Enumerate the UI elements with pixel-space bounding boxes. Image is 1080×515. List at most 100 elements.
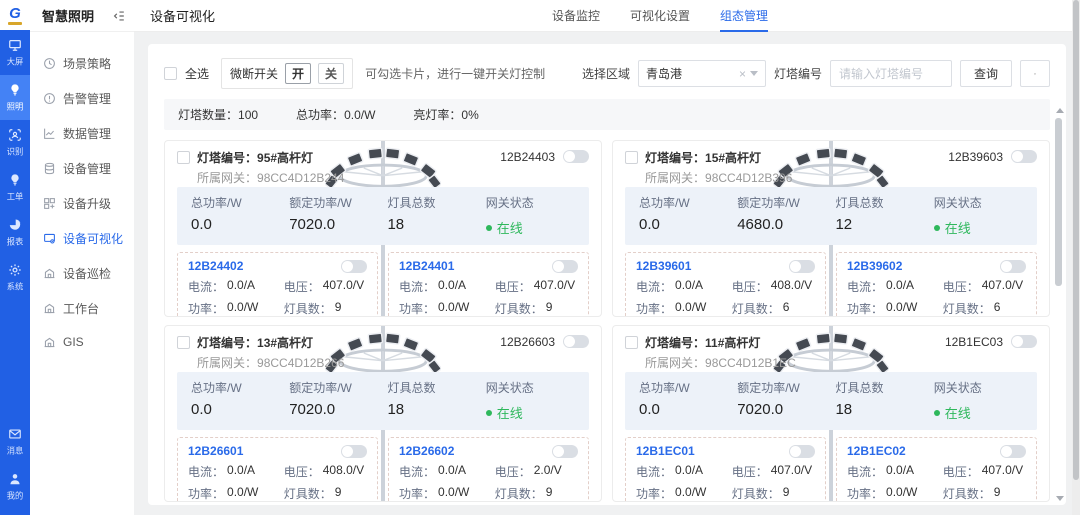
switch-on-button[interactable]: 开 (285, 63, 311, 84)
rail-item-recognition[interactable]: 识别 (0, 120, 30, 165)
sidebar-item-data-mgmt[interactable]: 数据管理 (30, 116, 134, 151)
tab-device-monitor[interactable]: 设备监控 (552, 0, 600, 32)
sub-device-toggle[interactable] (1000, 260, 1026, 273)
sub-device-toggle[interactable] (341, 260, 367, 273)
chevron-down-icon (750, 71, 758, 76)
sub-device-toggle[interactable] (789, 260, 815, 273)
region-select[interactable]: 青岛港 × (638, 60, 766, 87)
filter-button[interactable] (1020, 60, 1050, 87)
bulb-icon (8, 173, 22, 187)
sub-device-toggle[interactable] (552, 260, 578, 273)
sidebar-item-alarm-mgmt[interactable]: 告警管理 (30, 81, 134, 116)
lamp-total-value: 18 (387, 401, 485, 418)
building-icon (43, 267, 56, 280)
sub-device-toggle[interactable] (341, 445, 367, 458)
menu-fold-icon[interactable] (112, 9, 126, 23)
monitor-gear-icon (43, 232, 56, 245)
sidebar-item-device-upgrade[interactable]: 设备升级 (30, 186, 134, 221)
tower-toggle[interactable] (563, 150, 589, 163)
tower-card-header: 灯塔编号：15#高杆灯 所属网关：98CC4D12B396 12B39603 (625, 149, 1037, 187)
sidebar-item-scene-strategy[interactable]: 场景策略 (30, 46, 134, 81)
device-id: 12B26603 (500, 335, 555, 349)
total-power-value: 0.0 (639, 216, 737, 233)
page-scrollbar[interactable] (1072, 0, 1080, 515)
rail-item-profile[interactable]: 我的 (0, 464, 30, 509)
tower-checkbox[interactable] (177, 151, 190, 164)
pie-chart-icon (8, 218, 22, 232)
app-window: G 大屏 照明 识别 工单 报表 系统 消息 (0, 0, 1080, 515)
tower-toggle[interactable] (1011, 335, 1037, 348)
sub-device-row: 12B24402 电流：0.0/A 电压：407.0/V 功率：0.0/W 灯具… (177, 252, 589, 317)
tower-card-header: 灯塔编号：13#高杆灯 所属网关：98CC4D12B266 12B26603 (177, 334, 589, 372)
switch-off-button[interactable]: 关 (318, 63, 344, 84)
database-icon (43, 162, 56, 175)
sidebar-item-device-visualization[interactable]: 设备可视化 (30, 221, 134, 256)
card-area-scrollbar[interactable] (1054, 108, 1064, 501)
scroll-down-arrow-icon[interactable] (1056, 496, 1064, 501)
sidebar-item-device-inspection[interactable]: 设备巡检 (30, 256, 134, 291)
rated-power-value: 7020.0 (289, 401, 387, 418)
sub-device-link[interactable]: 12B39602 (847, 259, 902, 273)
sub-device-toggle[interactable] (552, 445, 578, 458)
tower-name: 95#高杆灯 (257, 151, 313, 165)
sub-device-toggle[interactable] (1000, 445, 1026, 458)
main-header: 设备可视化 设备监控 可视化设置 组态管理 (134, 0, 1080, 32)
app-logo[interactable]: G (0, 0, 30, 30)
funnel-icon (1034, 68, 1036, 80)
screen-icon (8, 38, 22, 52)
sub-device-link[interactable]: 12B26601 (188, 444, 243, 458)
sub-device-link[interactable]: 12B1EC01 (636, 444, 695, 458)
select-all-checkbox[interactable] (164, 67, 177, 80)
rail-item-messages[interactable]: 消息 (0, 419, 30, 464)
clear-icon[interactable]: × (739, 67, 746, 81)
sub-device-link[interactable]: 12B1EC02 (847, 444, 906, 458)
main-area: 设备可视化 设备监控 可视化设置 组态管理 全选 微断开关 开 关 可勾 (134, 0, 1080, 515)
main-panel: 全选 微断开关 开 关 可勾选卡片，进行一键开关灯控制 选择区域 青岛港 × 灯… (148, 44, 1066, 505)
tower-card-header: 灯塔编号：11#高杆灯 所属网关：98CC4D12B1EC 12B1EC03 (625, 334, 1037, 372)
mail-icon (8, 427, 22, 441)
sidebar-item-device-mgmt[interactable]: 设备管理 (30, 151, 134, 186)
lamp-total-value: 18 (835, 401, 933, 418)
chart-line-icon (43, 127, 56, 140)
rail-item-screen[interactable]: 大屏 (0, 30, 30, 75)
rail-item-lighting[interactable]: 照明 (0, 75, 30, 120)
lamp-total-value: 12 (835, 216, 933, 233)
tower-card: 灯塔编号：13#高杆灯 所属网关：98CC4D12B266 12B26603 总… (164, 325, 602, 502)
tower-checkbox[interactable] (625, 151, 638, 164)
rail-item-label: 我的 (7, 490, 24, 502)
scrollbar-thumb[interactable] (1055, 118, 1062, 286)
tower-count: 灯塔数量：100 (178, 106, 258, 123)
tower-toggle[interactable] (1011, 150, 1037, 163)
tower-checkbox[interactable] (625, 336, 638, 349)
tower-card: 灯塔编号：95#高杆灯 所属网关：98CC4D12B244 12B24403 总… (164, 140, 602, 317)
device-id: 12B39603 (948, 150, 1003, 164)
page-scrollbar-thumb[interactable] (1073, 0, 1079, 480)
sidebar: 智慧照明 场景策略 告警管理 数据管理 设备管理 (30, 0, 134, 515)
tab-visualization-settings[interactable]: 可视化设置 (630, 0, 690, 32)
sub-device-toggle[interactable] (789, 445, 815, 458)
tab-configuration-mgmt[interactable]: 组态管理 (720, 0, 768, 32)
rail-item-system[interactable]: 系统 (0, 255, 30, 300)
scroll-up-arrow-icon[interactable] (1056, 108, 1064, 113)
rated-power-value: 7020.0 (737, 401, 835, 418)
sub-device-card: 12B1EC01 电流：0.0/A 电压：407.0/V 功率：0.0/W 灯具… (625, 437, 826, 502)
online-dot (486, 410, 492, 416)
search-button[interactable]: 查询 (960, 60, 1012, 87)
sidebar-item-workbench[interactable]: 工作台 (30, 291, 134, 326)
sub-device-link[interactable]: 12B39601 (636, 259, 691, 273)
total-power: 总功率：0.0/W (296, 106, 375, 123)
sidebar-item-gis[interactable]: GIS (30, 326, 134, 358)
rail-item-workorder[interactable]: 工单 (0, 165, 30, 210)
tower-cards-grid: 灯塔编号：95#高杆灯 所属网关：98CC4D12B244 12B24403 总… (148, 130, 1066, 502)
rail-item-label: 照明 (7, 101, 24, 113)
sidebar-menu: 场景策略 告警管理 数据管理 设备管理 设备升级 设备可视化 (30, 32, 134, 358)
tower-number-input[interactable] (830, 60, 952, 87)
rail-item-reports[interactable]: 报表 (0, 210, 30, 255)
tower-checkbox[interactable] (177, 336, 190, 349)
sub-device-link[interactable]: 12B24402 (188, 259, 243, 273)
sub-device-link[interactable]: 12B26602 (399, 444, 454, 458)
tower-card: 灯塔编号：11#高杆灯 所属网关：98CC4D12B1EC 12B1EC03 总… (612, 325, 1050, 502)
sub-device-link[interactable]: 12B24401 (399, 259, 454, 273)
sidebar-item-label: 场景策略 (63, 55, 111, 72)
tower-toggle[interactable] (563, 335, 589, 348)
